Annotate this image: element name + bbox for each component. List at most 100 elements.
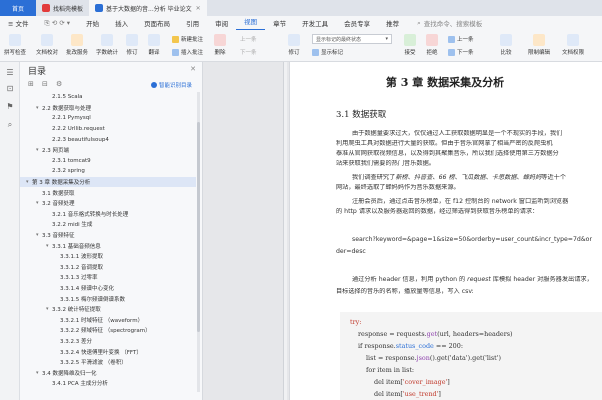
toc-item[interactable]: ▾ 3.2 音频处理: [20, 198, 196, 209]
insert-comment-button[interactable]: 插入批注: [172, 48, 203, 56]
prev-comment-button[interactable]: 上一条: [240, 35, 257, 43]
correction-service-button[interactable]: 批改服务: [66, 34, 88, 56]
document-page[interactable]: 第 3 章 数据采集及分析 3.1 数据获取 由于数据量要求过大，仅仅通过人工获…: [289, 62, 602, 400]
code-line: for item in list:: [366, 366, 414, 374]
menu-page-layout[interactable]: 页面布局: [136, 18, 178, 28]
toc-item[interactable]: ▾ 3.3.2 统计特征提取: [20, 304, 196, 315]
tab-template[interactable]: 找稻壳模板: [36, 0, 89, 16]
toc-item[interactable]: 3.3.2.2 频域特征 （spectrogram）: [20, 325, 196, 336]
toc-item[interactable]: 3.3.1.3 过零率: [20, 272, 196, 283]
toc-item[interactable]: 3.3.2.3 差分: [20, 336, 196, 347]
next-comment-button[interactable]: 下一条: [240, 48, 257, 56]
menu-member[interactable]: 会员专享: [336, 18, 378, 28]
chapter-nav-icon[interactable]: ⚑: [5, 102, 15, 112]
settings-icon[interactable]: ⚙: [56, 80, 62, 88]
wps-template-icon: [42, 4, 50, 12]
menu-references[interactable]: 引用: [178, 18, 207, 28]
toc-item[interactable]: ▾ 3.3 音频特征: [20, 230, 196, 241]
menu-start[interactable]: 开始: [78, 18, 107, 28]
search-placeholder: 查找命令、搜索模板: [423, 20, 483, 28]
menu-chapter[interactable]: 章节: [265, 18, 294, 28]
menu-review[interactable]: 审阅: [207, 18, 236, 28]
toc-list: 2.1.5 Scala ▾ 2.2 数据获取与处理 2.2.1 Pymysql 2.2.…: [20, 92, 196, 389]
word-count-button[interactable]: 字数统计: [96, 34, 118, 56]
track-changes-icon: [126, 34, 138, 46]
collapse-icon[interactable]: ⊟: [42, 80, 48, 88]
next-change-button[interactable]: 下一条: [448, 48, 474, 56]
prev-change-button[interactable]: 上一条: [448, 35, 474, 43]
revise-button[interactable]: 修订: [288, 34, 300, 56]
close-icon[interactable]: ✕: [190, 65, 196, 73]
toc-scrollbar[interactable]: [197, 92, 200, 392]
file-menu[interactable]: ≡ 文件: [0, 18, 37, 28]
toc-item[interactable]: ▾ 第 3 章 数据采集及分析: [20, 176, 196, 188]
accept-button[interactable]: 接受: [404, 34, 416, 56]
markup-mode-select[interactable]: 显示标记的最终状态 ▾: [312, 34, 392, 44]
menu-view[interactable]: 视图: [236, 16, 266, 30]
toc-item[interactable]: 3.3.2.1 时域特征 （waveform）: [20, 314, 196, 325]
menu-developer[interactable]: 开发工具: [294, 18, 336, 28]
menu-recommend[interactable]: 推荐: [378, 18, 407, 28]
compare-label: 比较: [500, 50, 512, 56]
toc-item[interactable]: 3.3.2.5 平滑滤波 （卷积）: [20, 357, 196, 368]
toc-item[interactable]: ▾ 3.3.1 基础音频信息: [20, 240, 196, 251]
translate-button[interactable]: 翻译: [148, 34, 160, 56]
toc-item[interactable]: 3.3.2.4 快速傅里叶变换 （FFT）: [20, 346, 196, 357]
smart-toc-icon: [150, 82, 157, 88]
quick-access-icons[interactable]: ⎘ ⟲ ⟳ ▾: [37, 19, 79, 28]
toc-item[interactable]: 3.3.1.1 波形提取: [20, 251, 196, 262]
toc-item[interactable]: 2.2.2 Urllib.request: [20, 124, 196, 135]
toc-item[interactable]: 3.3.1.4 频谱中心变化: [20, 283, 196, 294]
toc-scroll-thumb[interactable]: [197, 122, 200, 332]
tab-document[interactable]: 基于大数据的音...分析 毕业论文 ✕: [89, 0, 207, 16]
compare-button[interactable]: 比较: [500, 34, 512, 56]
paragraph-line: 我们调查研究了新榜、抖音查、66 榜、飞瓜数据、卡思数据、蝉妈妈等近十个: [352, 174, 602, 182]
toc-nav-icon[interactable]: ☰: [5, 68, 15, 78]
toc-item[interactable]: 3.4.1 PCA 主成分分析: [20, 378, 196, 389]
track-changes-button[interactable]: 修订: [126, 34, 138, 56]
section-heading: 3.1 数据获取: [336, 110, 387, 120]
delete-comment-button[interactable]: 删除: [214, 34, 226, 56]
smart-toc-label: 智能识别目录: [158, 83, 192, 89]
toc-item[interactable]: 2.2.1 Pymysql: [20, 113, 196, 124]
spell-check-button[interactable]: 拼写检查: [4, 34, 26, 56]
code-keyword: try:: [350, 318, 362, 326]
toc-item[interactable]: ▾ 3.4 数据降维及归一化: [20, 367, 196, 378]
show-markup-button[interactable]: 显示标记: [312, 48, 343, 56]
expand-icon[interactable]: ⊞: [28, 80, 34, 88]
doc-proofread-label: 文档校对: [36, 50, 59, 56]
chevron-down-icon: ▾: [385, 36, 388, 42]
toc-item[interactable]: 2.1.5 Scala: [20, 92, 196, 103]
reject-button[interactable]: 拒绝: [426, 34, 438, 56]
toc-item[interactable]: 3.1 数据获取: [20, 187, 196, 198]
bookmark-nav-icon[interactable]: ⊡: [5, 84, 15, 94]
toc-item[interactable]: 2.2.3 beautifulsoup4: [20, 134, 196, 145]
toc-item[interactable]: 2.3.1 tomcat9: [20, 156, 196, 167]
toc-item[interactable]: ▾ 2.2 数据获取与处理: [20, 103, 196, 114]
smart-toc-button[interactable]: 智能识别目录: [150, 81, 192, 89]
command-search[interactable]: ⌕ 查找命令、搜索模板: [417, 18, 483, 29]
new-comment-button[interactable]: 新建批注: [172, 35, 203, 43]
tab-home-label: 首页: [11, 5, 24, 13]
toc-item[interactable]: 3.2.1 音乐格式转换与时长处理: [20, 209, 196, 220]
toc-item[interactable]: ▾ 2.3 网页端: [20, 145, 196, 156]
delete-comment-label: 删除: [214, 50, 226, 56]
toc-item[interactable]: 2.3.2 spring: [20, 166, 196, 177]
vertical-ruler: [283, 62, 287, 400]
doc-permission-button[interactable]: 文档权限: [562, 34, 584, 56]
search-nav-icon[interactable]: ⌕: [5, 120, 15, 130]
doc-proofread-button[interactable]: 文档校对: [36, 34, 58, 56]
review-ribbon: 拼写检查 文档校对 批改服务 字数统计 修订 翻译 新建批注 插入批注 删除 上…: [0, 30, 602, 62]
menu-insert[interactable]: 插入: [107, 18, 136, 28]
toc-toolbar: ⊞ ⊟ ⚙ 智能识别目录: [20, 78, 202, 92]
toc-item-label: 第 3 章 数据采集及分析: [32, 180, 91, 187]
toc-item-label: 2.3.1 tomcat9: [52, 157, 91, 164]
tab-home[interactable]: 首页: [0, 0, 36, 16]
toc-item[interactable]: 3.3.1.2 音调提取: [20, 262, 196, 273]
paragraph-line: 利用爬虫工具对数据进行大量的获取。但由于音乐官网拿了相当严密的反爬虫机: [336, 140, 553, 147]
toc-item[interactable]: 3.3.1.5 梅尔频谱倒谱系数: [20, 293, 196, 304]
close-tab-icon[interactable]: ✕: [196, 5, 201, 12]
toc-item[interactable]: 3.2.2 midi 生成: [20, 219, 196, 230]
restrict-edit-button[interactable]: 限制编辑: [528, 34, 550, 56]
correction-service-label: 批改服务: [66, 50, 89, 56]
